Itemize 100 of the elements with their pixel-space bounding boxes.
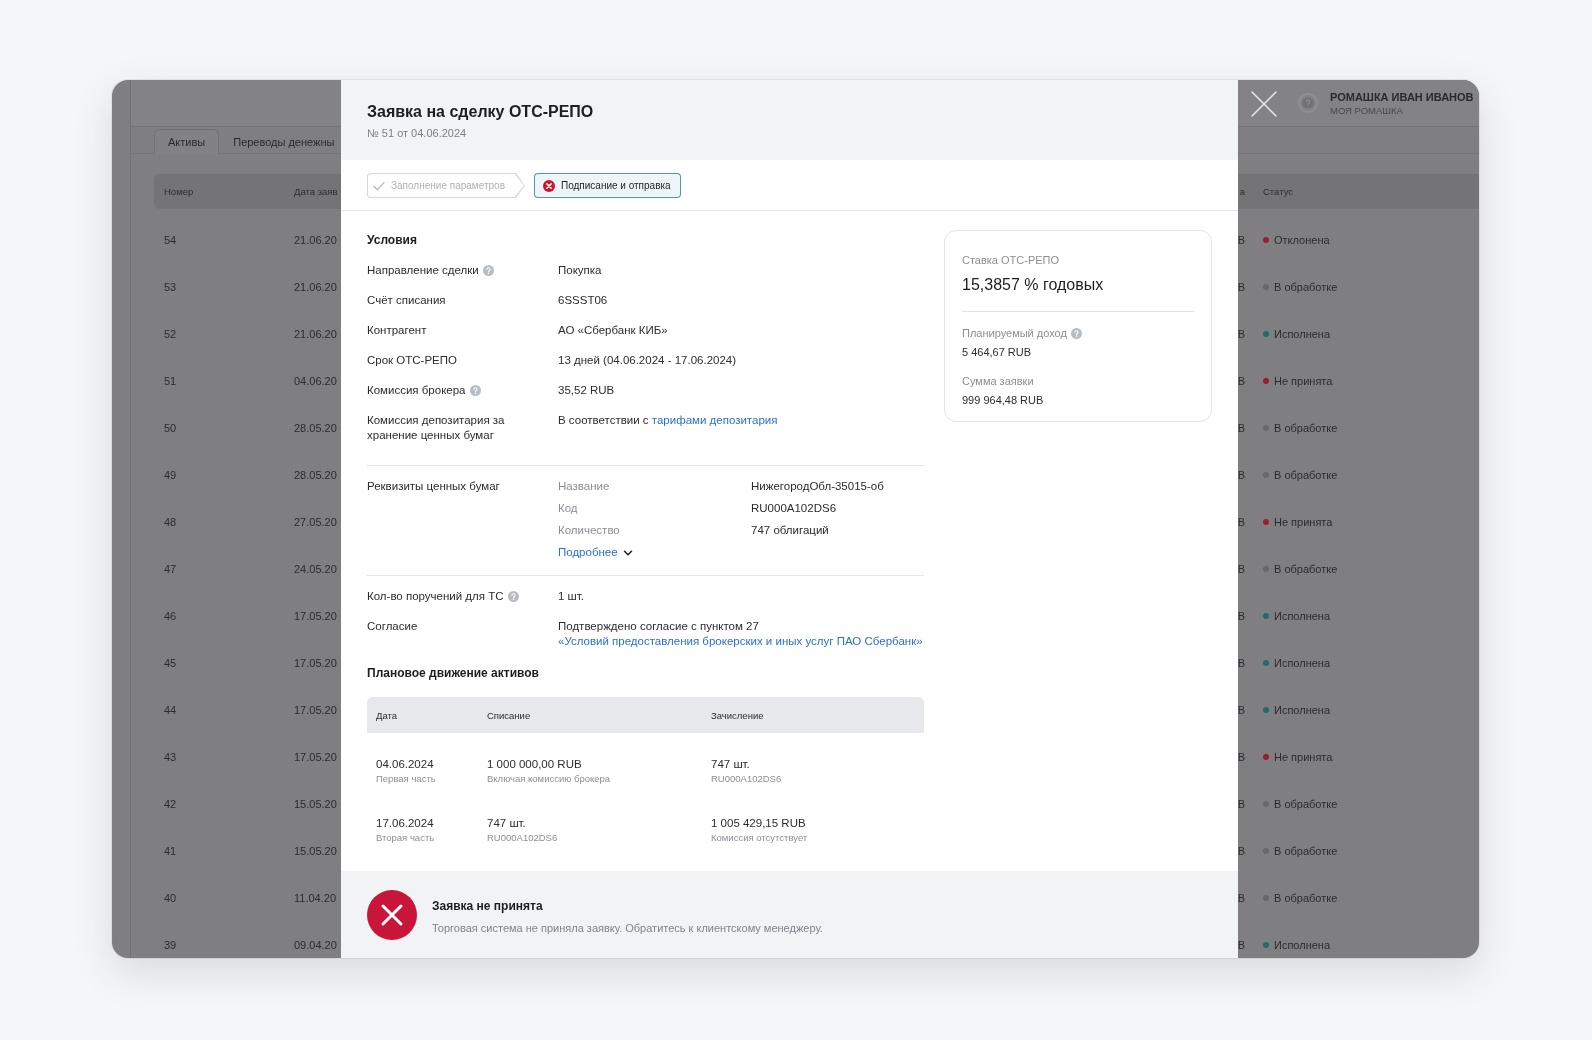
- tab[interactable]: Активы: [154, 129, 220, 154]
- column-header: Зачисление: [711, 709, 764, 721]
- section-title: Условия: [367, 232, 418, 248]
- field-value: RU000A102DS6: [751, 501, 838, 516]
- status-label: Исполнена: [1274, 327, 1331, 340]
- table-cell-text: B: [1237, 515, 1246, 528]
- column-header: Номер: [164, 186, 194, 197]
- status-label: Не принята: [1274, 515, 1333, 528]
- field-value: Покупка: [558, 263, 603, 278]
- table-cell: 49: [164, 468, 177, 481]
- check-icon: [373, 179, 385, 192]
- table-cell: 04.06.20: [294, 374, 337, 387]
- help-icon[interactable]: [482, 265, 494, 276]
- field-value: 35,52 RUB: [558, 383, 616, 398]
- table-cell: 747 шт.: [487, 816, 526, 831]
- field-value: НижегородОбл-35015-об: [751, 479, 885, 494]
- table-cell: 04.06.2024: [376, 757, 434, 772]
- status-label: Не принята: [1274, 374, 1333, 387]
- help-icon[interactable]: [507, 591, 519, 602]
- field-value: 13 дней (04.06.2024 - 17.06.2024): [558, 353, 738, 368]
- status-label: Исполнена: [1274, 703, 1331, 716]
- field-label: Количество: [558, 523, 621, 538]
- table-cell: 28.05.20: [294, 421, 337, 434]
- column-header: Статус: [1263, 186, 1294, 197]
- field-value: 6SSST06: [558, 293, 609, 308]
- help-icon[interactable]: [469, 385, 481, 396]
- table-cell: 52: [164, 327, 177, 340]
- table-cell: 17.05.20: [294, 703, 337, 716]
- table-cell-text: B: [1237, 797, 1246, 810]
- status-label: Не принята: [1274, 750, 1333, 763]
- field-label: Срок ОТС-РЕПО: [367, 353, 457, 368]
- table-cell: 41: [164, 844, 177, 857]
- error-icon: [542, 179, 555, 192]
- table-cell: 17.05.20: [294, 750, 337, 763]
- table-cell-text: B: [1237, 374, 1246, 387]
- close-icon: [1251, 91, 1277, 117]
- table-cell: 50: [164, 421, 177, 434]
- link[interactable]: «Условий предоставления брокерских и иных услуг ПАО Сбербанк»: [558, 635, 923, 647]
- table-cell: 24.05.20: [294, 562, 337, 575]
- table-cell: 17.05.20: [294, 656, 337, 669]
- status-label: В обработке: [1274, 891, 1338, 904]
- table-cell: 747 шт.: [711, 757, 750, 772]
- cell-note: RU000A102DS6: [711, 772, 782, 785]
- close-button[interactable]: [1251, 91, 1277, 117]
- link[interactable]: тарифами депозитария: [651, 414, 778, 426]
- more-link[interactable]: Подробнее: [558, 545, 633, 560]
- cell-note: Вторая часть: [376, 831, 435, 844]
- table-cell: 27.05.20: [294, 515, 337, 528]
- field-label: Кол-во поручений для ТС: [367, 589, 504, 604]
- table-cell-text: B: [1237, 327, 1246, 340]
- field-label: Код: [558, 501, 579, 516]
- table-cell: 28.05.20: [294, 468, 337, 481]
- step-tab[interactable]: Подписание и отправка: [533, 173, 681, 198]
- table-cell-text: B: [1237, 891, 1246, 904]
- help-icon[interactable]: [1298, 93, 1318, 113]
- table-cell: 15.05.20: [294, 797, 337, 810]
- table-cell-text: B: [1237, 562, 1246, 575]
- status-label: Исполнена: [1274, 656, 1331, 669]
- table-cell: 21.06.20: [294, 233, 337, 246]
- modal-title: Заявка на сделку ОТС-РЕПО: [367, 102, 595, 122]
- table-cell: 51: [164, 374, 177, 387]
- table-cell: 43: [164, 750, 177, 763]
- table-cell-text: B: [1237, 609, 1246, 622]
- table-cell: 39: [164, 938, 177, 951]
- table-cell: 48: [164, 515, 177, 528]
- status-title: Заявка не принята: [432, 898, 543, 914]
- table-cell: 1 000 000,00 RUB: [487, 757, 582, 772]
- table-cell-text: B: [1237, 656, 1246, 669]
- modal-subtitle: № 51 от 04.06.2024: [367, 126, 468, 140]
- status-label: Отклонена: [1274, 233, 1330, 246]
- status-label: В обработке: [1274, 280, 1338, 293]
- field-label: Контрагент: [367, 323, 427, 338]
- table-cell-text: B: [1237, 750, 1246, 763]
- table-cell-text: B: [1237, 844, 1246, 857]
- field-label: Счёт списания: [367, 293, 446, 308]
- status-label: Исполнена: [1274, 938, 1331, 951]
- table-cell: 09.04.20: [294, 938, 337, 951]
- field-label: Реквизиты ценных бумаг: [367, 479, 500, 494]
- rate-value: 15,3857 % годовых: [962, 275, 1105, 295]
- field-label: Комиссия депозитария за хранение ценных бумаг: [367, 413, 506, 443]
- column-header: Дата: [376, 709, 398, 721]
- table-cell: 21.06.20: [294, 280, 337, 293]
- field-value: Подтверждено согласие с пунктом 27 «Условий предоставления брокерских и иных услуг ПАО Сбербанк»: [558, 619, 924, 649]
- card-label: Сумма заявки: [962, 374, 1034, 388]
- cell-note: Первая часть: [376, 772, 436, 785]
- field-label: Комиссия брокера: [367, 383, 466, 398]
- table-cell: 44: [164, 703, 177, 716]
- table-cell-text: B: [1237, 280, 1246, 293]
- table-cell: 42: [164, 797, 177, 810]
- section-title: Плановое движение активов: [367, 665, 540, 681]
- table-cell: 53: [164, 280, 177, 293]
- table-cell-text: B: [1237, 468, 1246, 481]
- field-value: АО «Сбербанк КИБ»: [558, 323, 669, 338]
- user-name: РОМАШКА ИВАН ИВАНОВ: [1330, 90, 1474, 104]
- table-cell: 11.04.20: [294, 891, 336, 904]
- error-icon: [367, 890, 417, 940]
- field-label: Название: [558, 479, 611, 494]
- card-value: 5 464,67 RUB: [962, 345, 1033, 359]
- help-icon[interactable]: [1070, 327, 1082, 339]
- card-value: 999 964,48 RUB: [962, 393, 1045, 407]
